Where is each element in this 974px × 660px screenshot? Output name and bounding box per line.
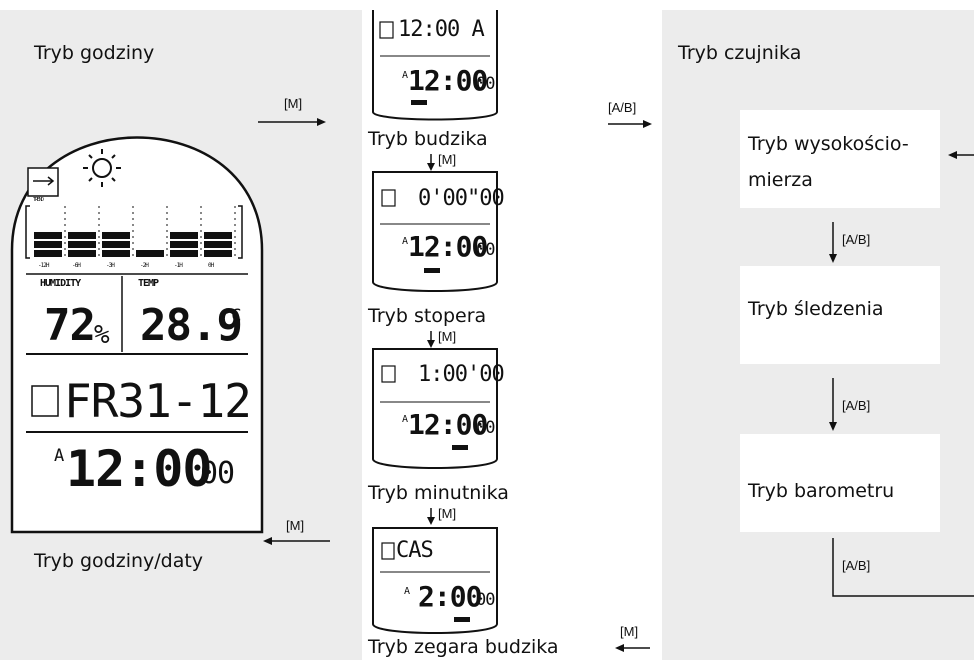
trend-axis-label: -2H [140, 262, 149, 269]
ab-key-to-sensor: [A/B] [608, 100, 637, 115]
trend-axis-label: -12H [38, 262, 49, 269]
trend-axis-label: -3H [106, 262, 115, 269]
trend-axis-label: -1H [174, 262, 183, 269]
trend-axis-label: 0H [208, 262, 214, 269]
alarm-clock-mode-caption: Tryb zegara budzika [368, 636, 559, 658]
barometer-mode-label: Tryb barometru [748, 480, 895, 502]
ab-key-tracking-to-barometer: [A/B] [842, 398, 871, 413]
m-key-alarm-clock-to-clock: [M] [620, 624, 639, 639]
alarm-clock-time: 2:00 [418, 580, 482, 613]
alarm-clock-top-value: CAS [396, 538, 434, 563]
altimeter-mode-label: Tryb wysokościo- mierza [748, 133, 909, 191]
sensor-mode-title: Tryb czujnika [678, 42, 802, 64]
ab-key-altimeter-to-tracking: [A/B] [842, 232, 871, 247]
alarm-clock-seconds: 00 [476, 590, 496, 610]
alarm-clock-am-marker: A [404, 586, 410, 597]
ab-key-barometer-to-altimeter: [A/B] [842, 558, 871, 573]
trend-axis-label: -6H [72, 262, 81, 269]
tracking-mode-label: Tryb śledzenia [748, 298, 884, 320]
